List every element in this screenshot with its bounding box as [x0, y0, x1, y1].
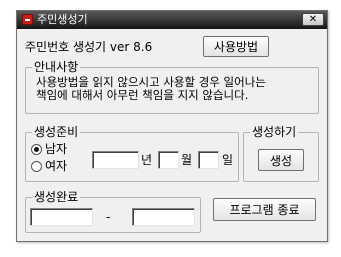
exit-program-button[interactable]: 프로그램 종료: [213, 198, 316, 221]
result-legend: 생성완료: [32, 190, 81, 204]
generate-button[interactable]: 생성: [258, 149, 304, 171]
notice-group: 안내사항 사용방법을 읽지 않으시고 사용할 경우 일어나는 책임에 대해서 아…: [25, 60, 319, 114]
usage-button[interactable]: 사용방법: [203, 36, 269, 57]
prep-group: 생성준비 남자 여자 년 월 일: [25, 125, 239, 182]
window-title: 주민생성기: [37, 13, 88, 26]
year-label: 년: [141, 153, 153, 167]
female-radio[interactable]: [31, 161, 42, 172]
result-back-field[interactable]: [132, 208, 195, 226]
month-label: 월: [181, 153, 193, 167]
notice-line-2: 책임에 대해서 아무런 책임을 지지 않습니다.: [36, 88, 249, 102]
prep-legend: 생성준비: [32, 125, 81, 139]
day-label: 일: [222, 153, 234, 167]
result-dash: -: [106, 210, 111, 224]
result-front-field[interactable]: [30, 208, 93, 226]
generate-legend: 생성하기: [250, 125, 299, 139]
version-label: 주민번호 생성기 ver 8.6: [25, 40, 153, 54]
close-button[interactable]: ✕: [302, 13, 324, 26]
generate-group: 생성하기 생성: [243, 125, 319, 182]
male-label[interactable]: 남자: [45, 142, 67, 156]
notice-legend: 안내사항: [32, 60, 81, 74]
app-icon: [22, 14, 33, 25]
month-input[interactable]: [158, 151, 179, 169]
year-input[interactable]: [92, 151, 139, 169]
close-icon[interactable]: ✕: [309, 14, 317, 25]
female-label[interactable]: 여자: [45, 159, 67, 173]
male-radio[interactable]: [31, 144, 42, 155]
app-window: 주민생성기 ✕ 주민번호 생성기 ver 8.6 사용방법 안내사항 사용방법을…: [16, 10, 328, 242]
day-input[interactable]: [198, 151, 219, 169]
result-group: 생성완료 -: [25, 190, 201, 233]
title-bar[interactable]: 주민생성기 ✕: [17, 11, 327, 29]
